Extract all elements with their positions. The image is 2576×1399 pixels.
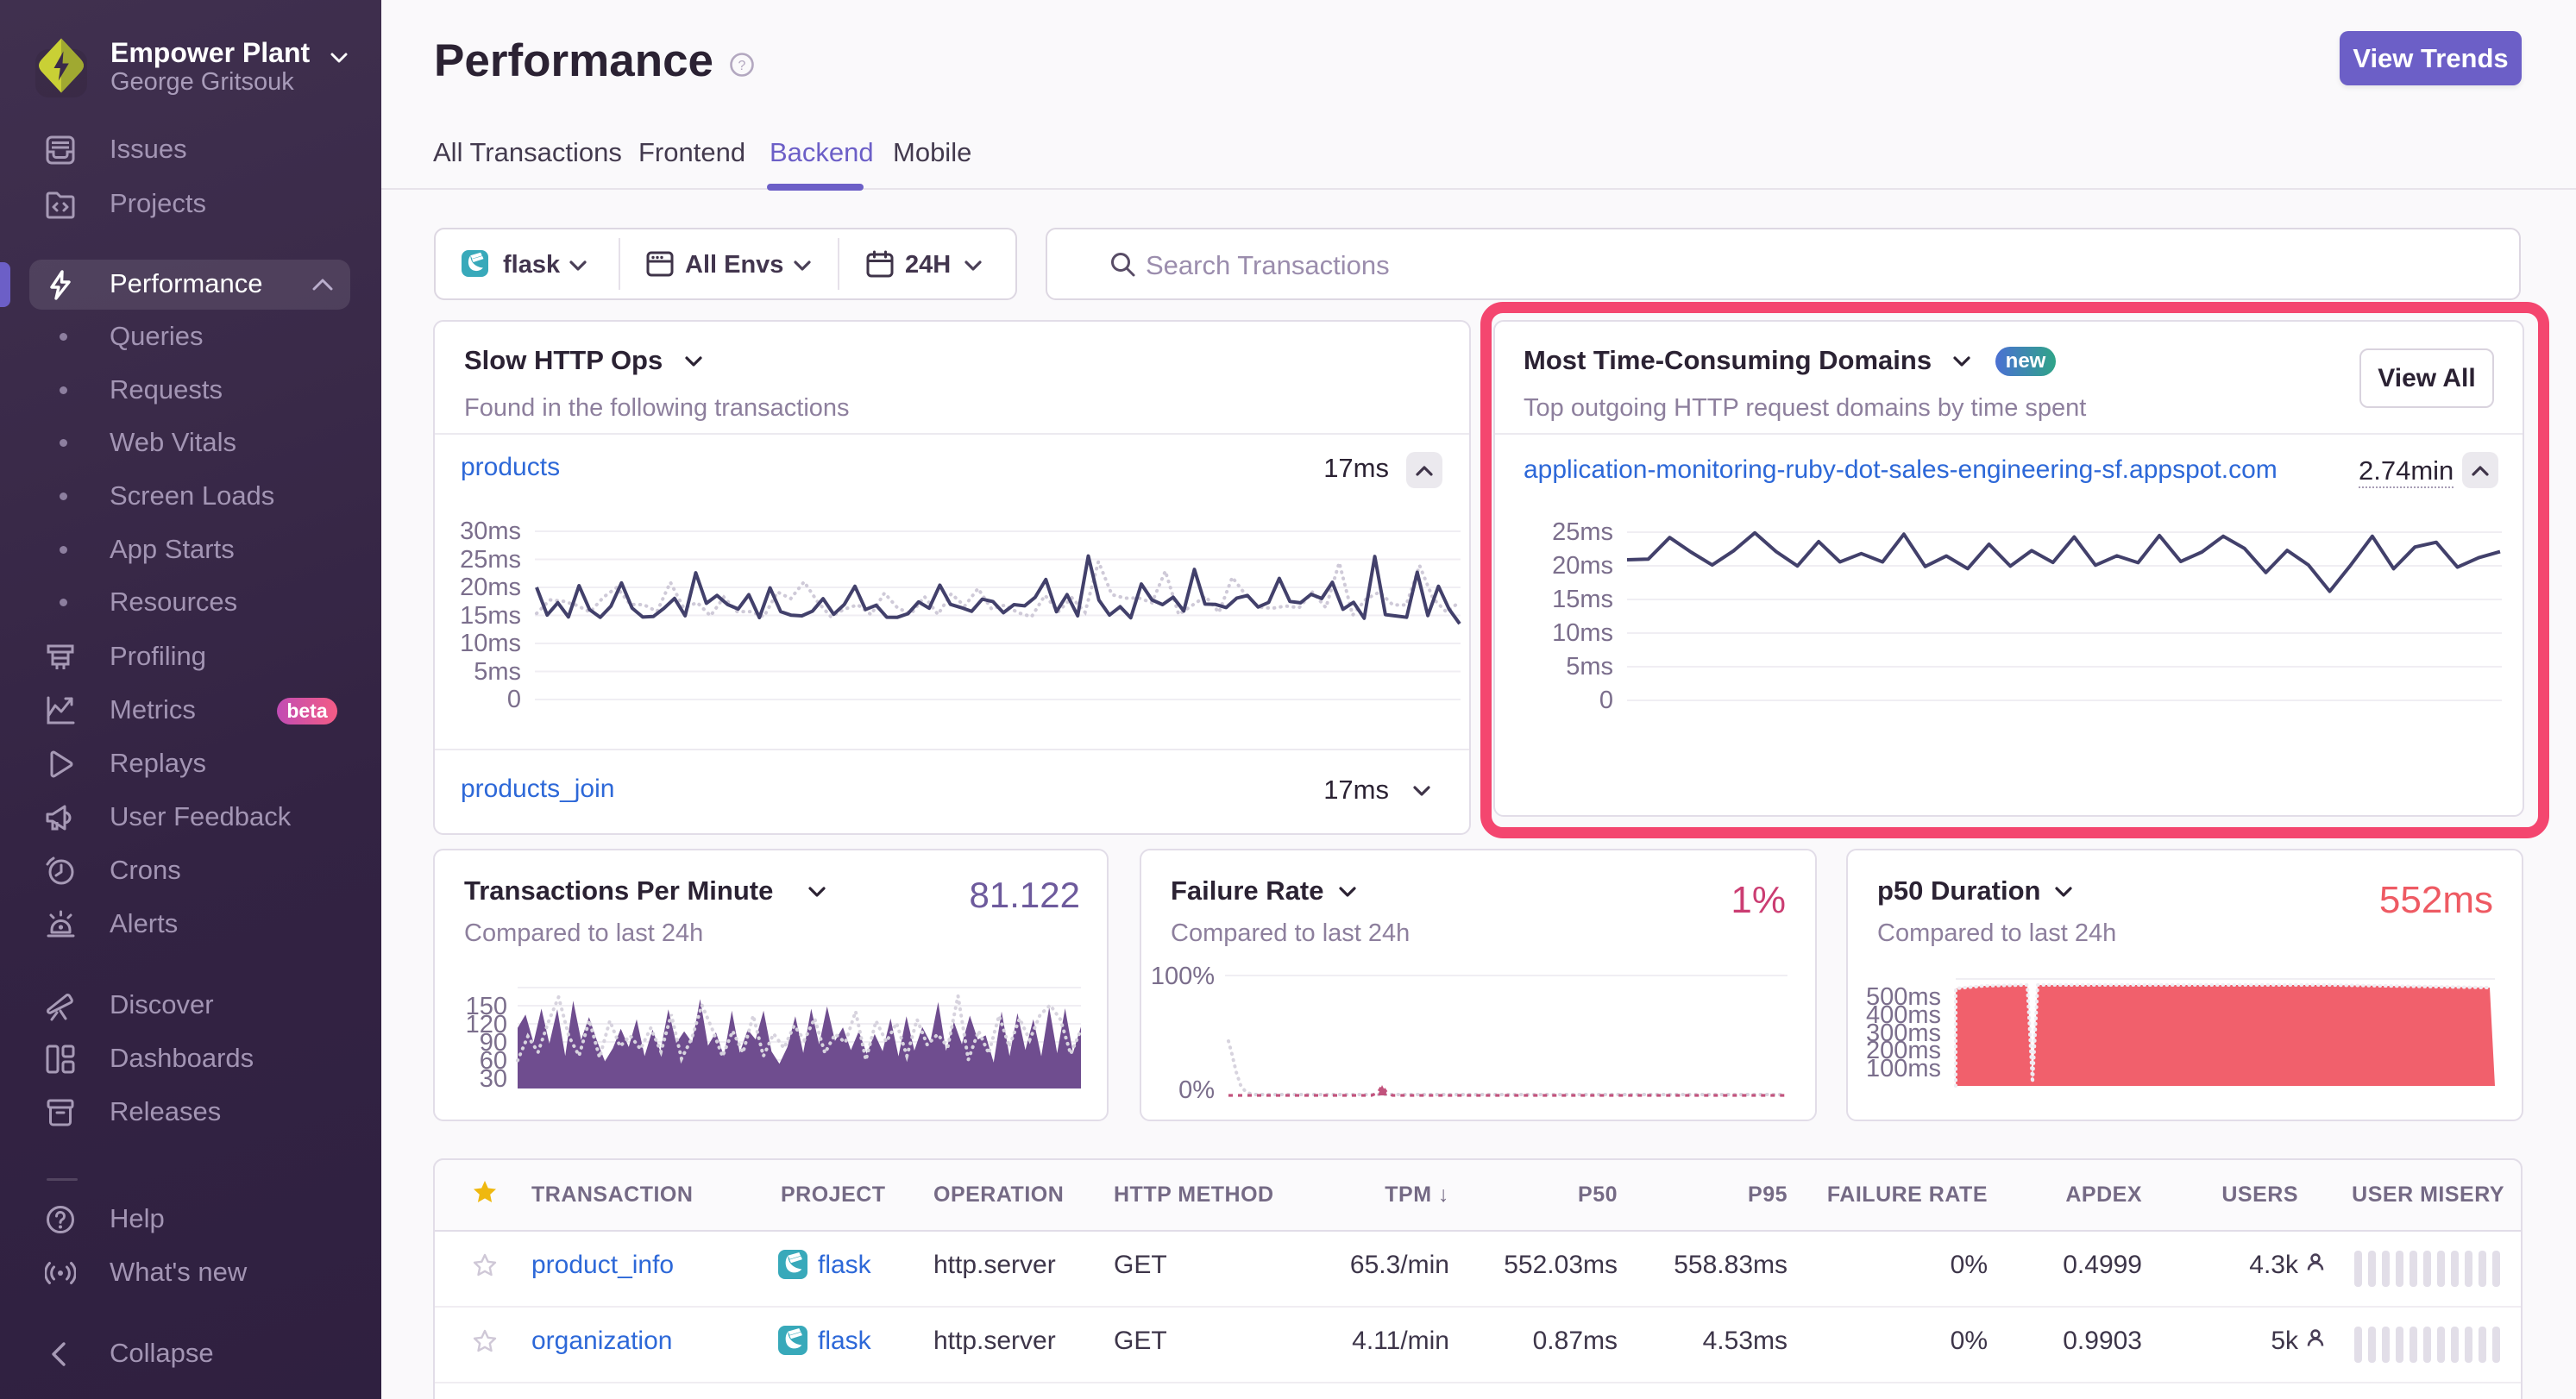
svg-text:?: ? bbox=[738, 59, 746, 73]
